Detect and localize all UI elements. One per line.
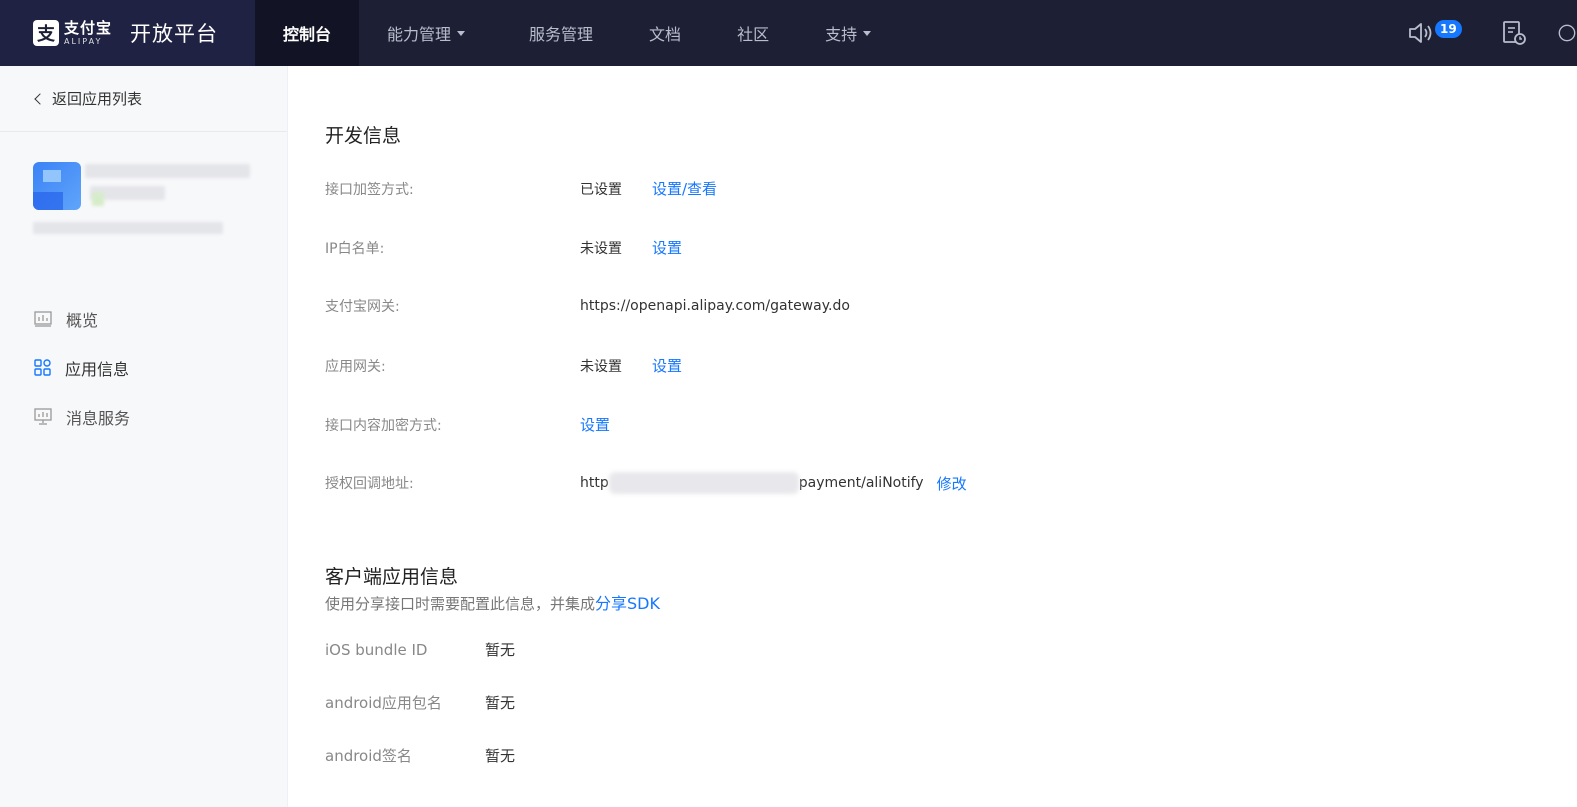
top-right-tools: 19: [1408, 0, 1577, 66]
row-label: 支付宝网关:: [325, 299, 400, 315]
callback-url-prefix: http: [580, 475, 609, 491]
row-label: 接口加签方式:: [325, 181, 414, 198]
sidebar-item-label: 消息服务: [66, 408, 131, 428]
row-value: 暂无: [485, 747, 516, 765]
nav-item-capability[interactable]: 能力管理: [359, 0, 493, 66]
row-label: 应用网关:: [325, 358, 386, 375]
back-label: 返回应用列表: [52, 90, 143, 108]
nav-item-label: 服务管理: [529, 25, 594, 44]
row-value: 未设置: [580, 358, 622, 375]
caret-down-icon: [457, 30, 466, 36]
row-label: 授权回调地址:: [325, 476, 414, 492]
notification-badge: 19: [1435, 20, 1462, 38]
sidebar: 返回应用列表 概览 应用信息 消息服务: [0, 66, 288, 807]
help-circle-icon: [1558, 24, 1576, 42]
app-avatar: [33, 162, 81, 210]
alipay-logo-icon: 支: [33, 20, 59, 46]
app-card: [0, 132, 287, 262]
nav-item-label: 支持: [825, 25, 858, 44]
ip-whitelist-set-link[interactable]: 设置: [652, 237, 682, 258]
row-label: android签名: [325, 747, 412, 765]
back-to-app-list-link[interactable]: 返回应用列表: [0, 66, 287, 132]
row-label: 接口内容加密方式:: [325, 417, 442, 434]
nav-item-service[interactable]: 服务管理: [493, 0, 621, 66]
row-value: https://openapi.alipay.com/gateway.do: [580, 298, 850, 314]
redacted-url: [608, 472, 799, 494]
row-ios-bundle-id: iOS bundle ID 暂无: [325, 639, 515, 660]
row-value: 未设置: [580, 240, 622, 257]
row-alipay-gateway: 支付宝网关: https://openapi.alipay.com/gatewa…: [325, 296, 850, 316]
nav-item-docs[interactable]: 文档: [621, 0, 709, 66]
sign-method-view-link[interactable]: 设置/查看: [652, 178, 717, 199]
dev-info-title: 开发信息: [325, 125, 402, 147]
brand-logo-area[interactable]: 支 支付宝 ALIPAY 开放平台: [0, 0, 255, 66]
row-content-encryption: 接口内容加密方式: 设置: [325, 414, 610, 435]
work-order-button[interactable]: [1494, 0, 1534, 66]
caret-down-icon: [863, 30, 872, 36]
sidebar-item-overview[interactable]: 概览: [0, 294, 287, 343]
callback-url-value: http payment/aliNotify: [580, 472, 924, 494]
main-nav: 控制台 能力管理 服务管理 文档 社区 支持: [255, 0, 899, 66]
content-encryption-set-link[interactable]: 设置: [580, 414, 610, 435]
top-navbar: 支 支付宝 ALIPAY 开放平台 控制台 能力管理 服务管理 文档 社区 支持: [0, 0, 1577, 66]
row-label: IP白名单:: [325, 240, 385, 257]
grid-icon: [34, 359, 51, 376]
nav-item-console[interactable]: 控制台: [255, 0, 360, 66]
redacted-app-name: [85, 164, 250, 178]
document-clock-icon: [1503, 21, 1526, 45]
brand-name: 支付宝 ALIPAY: [64, 18, 113, 46]
nav-item-label: 文档: [649, 25, 682, 44]
nav-item-community[interactable]: 社区: [709, 0, 797, 66]
help-button[interactable]: [1557, 0, 1577, 66]
client-info-desc-text: 使用分享接口时需要配置此信息，并集成: [325, 595, 596, 613]
client-info-desc: 使用分享接口时需要配置此信息，并集成分享SDK: [325, 590, 660, 614]
sidebar-menu: 概览 应用信息 消息服务: [0, 294, 287, 441]
redacted-status-tag: [92, 192, 104, 206]
app-gateway-set-link[interactable]: 设置: [652, 355, 682, 376]
sidebar-item-message-service[interactable]: 消息服务: [0, 392, 287, 441]
row-ip-whitelist: IP白名单: 未设置 设置: [325, 237, 682, 258]
row-app-gateway: 应用网关: 未设置 设置: [325, 355, 682, 376]
bar-chart-icon: [34, 310, 52, 327]
speaker-icon: [1409, 23, 1432, 43]
row-sign-method: 接口加签方式: 已设置 设置/查看: [325, 178, 717, 199]
chevron-left-icon: [34, 92, 46, 105]
nav-item-label: 控制台: [283, 25, 332, 44]
notification-button[interactable]: 19: [1408, 0, 1468, 66]
share-sdk-link[interactable]: 分享SDK: [595, 594, 660, 613]
row-value: 暂无: [485, 694, 516, 712]
row-callback-url: 授权回调地址: http payment/aliNotify 修改: [325, 472, 967, 494]
client-info-title: 客户端应用信息: [325, 566, 459, 588]
callback-url-suffix: payment/aliNotify: [798, 475, 924, 491]
brand-name-en: ALIPAY: [64, 36, 103, 46]
nav-item-support[interactable]: 支持: [797, 0, 899, 66]
row-value: 已设置: [580, 181, 622, 198]
callback-url-edit-link[interactable]: 修改: [937, 473, 967, 494]
row-android-signature: android签名 暂无: [325, 745, 515, 766]
sidebar-item-label: 应用信息: [65, 359, 130, 379]
redacted-app-id: [33, 222, 223, 234]
sidebar-item-label: 概览: [66, 310, 99, 330]
nav-item-label: 能力管理: [387, 25, 452, 44]
nav-item-label: 社区: [737, 25, 770, 44]
monitor-chart-icon: [34, 408, 52, 425]
platform-title: 开放平台: [130, 22, 219, 46]
row-label: android应用包名: [325, 694, 442, 712]
row-label: iOS bundle ID: [325, 640, 428, 659]
row-android-package: android应用包名 暂无: [325, 692, 515, 713]
brand-name-cn: 支付宝: [64, 18, 113, 37]
row-value: 暂无: [485, 641, 516, 659]
sidebar-item-app-info[interactable]: 应用信息: [0, 343, 287, 392]
